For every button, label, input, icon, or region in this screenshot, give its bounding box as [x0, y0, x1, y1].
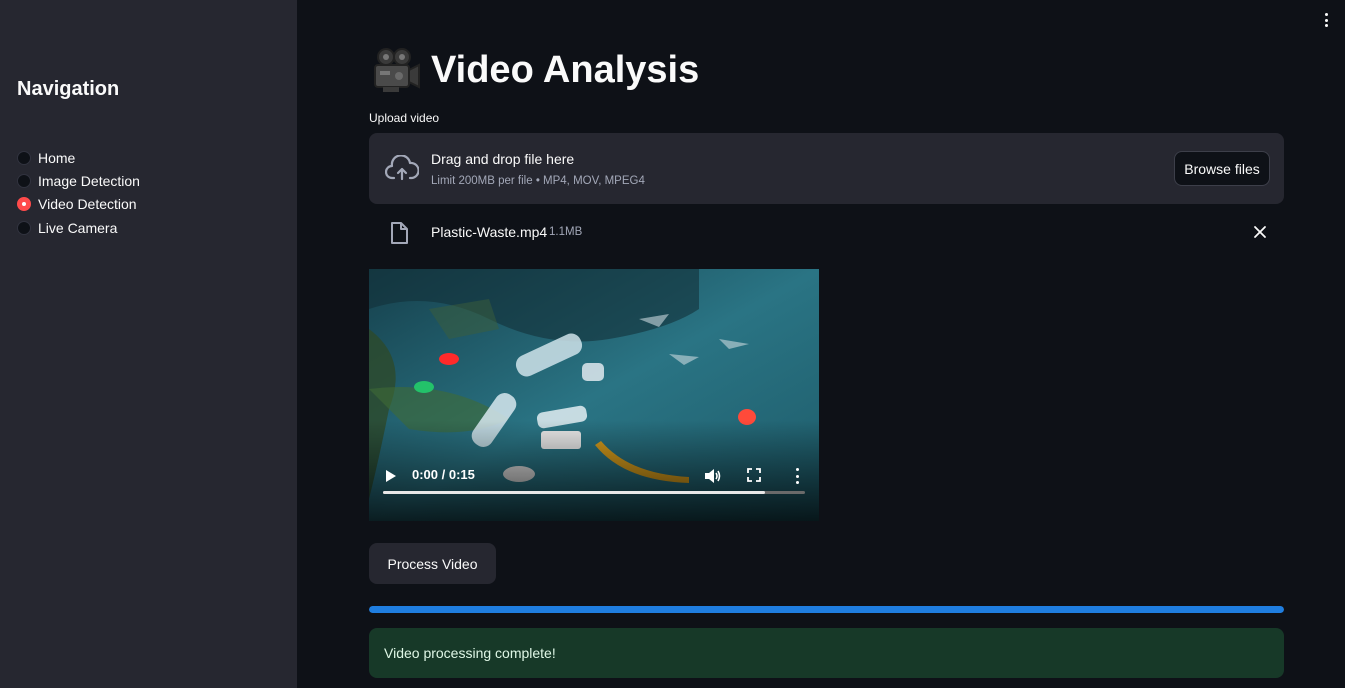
sidebar: Navigation Home Image Detection Video De… [0, 0, 297, 688]
nav-item-label: Image Detection [38, 172, 140, 189]
volume-icon[interactable] [703, 467, 721, 485]
radio-icon[interactable] [17, 220, 31, 235]
nav-item-label: Video Detection [38, 196, 137, 213]
play-icon[interactable] [385, 469, 397, 483]
page-title-text: Video Analysis [431, 48, 700, 91]
radio-selected-icon[interactable] [17, 197, 31, 212]
progress-bar-fill [369, 606, 1284, 613]
more-options-icon[interactable] [794, 468, 800, 484]
success-message: Video processing complete! [384, 645, 556, 661]
radio-icon[interactable] [17, 150, 31, 165]
browse-files-button[interactable]: Browse files [1174, 151, 1270, 186]
process-video-button[interactable]: Process Video [369, 543, 496, 584]
movie-camera-icon [374, 48, 420, 92]
cloud-upload-icon [385, 155, 419, 181]
file-icon [391, 222, 408, 244]
nav-radio-group: Home Image Detection Video Detection Liv… [17, 146, 140, 239]
nav-item-live-camera[interactable]: Live Camera [17, 216, 140, 239]
video-controls: 0:00 / 0:15 [369, 459, 819, 521]
close-icon[interactable] [1252, 224, 1268, 240]
radio-icon[interactable] [17, 173, 31, 188]
uploaded-file-row: Plastic-Waste.mp4 1.1MB [369, 214, 1284, 250]
nav-item-home[interactable]: Home [17, 146, 140, 169]
nav-item-image-detection[interactable]: Image Detection [17, 169, 140, 192]
page-title: Video Analysis [369, 44, 699, 96]
file-dropzone[interactable]: Drag and drop file here Limit 200MB per … [369, 133, 1284, 204]
success-alert: Video processing complete! [369, 628, 1284, 678]
video-time: 0:00 / 0:15 [412, 467, 475, 482]
nav-item-label: Home [38, 149, 76, 166]
progress-bar [369, 606, 1284, 613]
dropzone-title: Drag and drop file here [431, 151, 575, 167]
seek-bar[interactable] [383, 491, 805, 494]
seek-bar-fill [383, 491, 766, 494]
kebab-menu-icon[interactable] [1321, 11, 1331, 29]
dropzone-subtitle: Limit 200MB per file • MP4, MOV, MPEG4 [431, 175, 645, 187]
nav-item-video-detection[interactable]: Video Detection [17, 193, 140, 216]
file-size: 1.1MB [549, 226, 583, 238]
fullscreen-icon[interactable] [747, 468, 761, 482]
nav-item-label: Live Camera [38, 219, 118, 236]
file-name: Plastic-Waste.mp4 [431, 224, 548, 240]
sidebar-title: Navigation [17, 78, 120, 100]
upload-label: Upload video [369, 111, 440, 125]
video-player[interactable]: 0:00 / 0:15 [369, 269, 819, 521]
